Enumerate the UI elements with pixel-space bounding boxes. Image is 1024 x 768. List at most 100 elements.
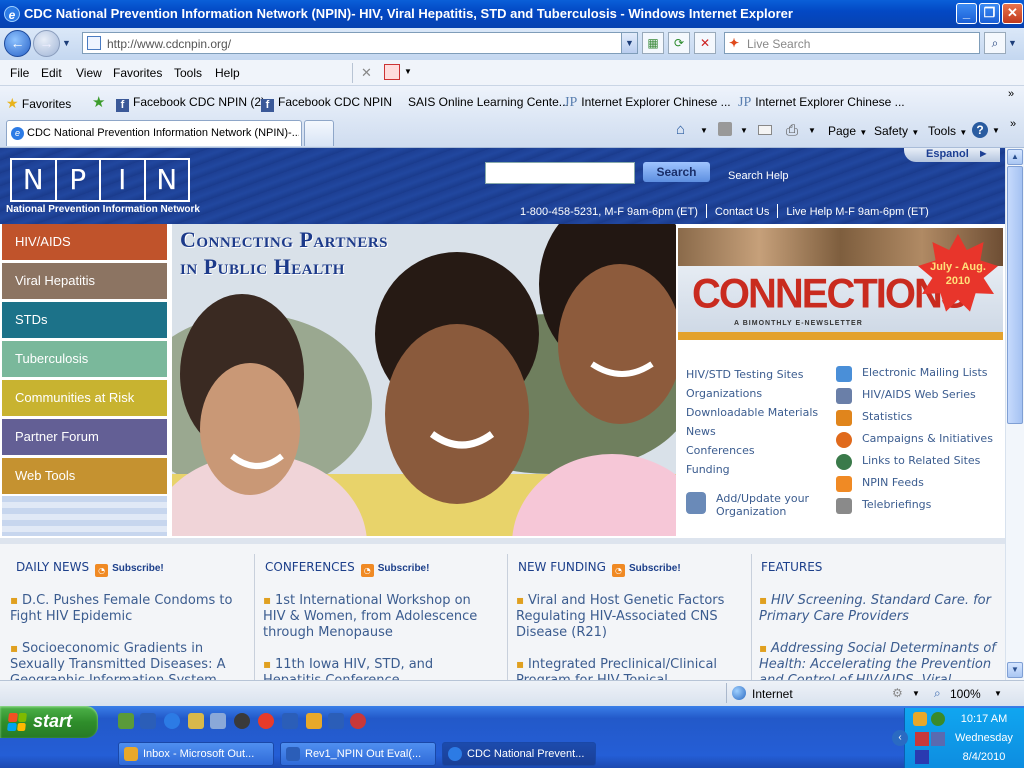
- quicklaunch-word2-icon[interactable]: [282, 713, 298, 729]
- feeds-icon[interactable]: [718, 122, 732, 136]
- link-conferences[interactable]: Conferences: [686, 444, 755, 457]
- conference-item[interactable]: ▪ 1st International Workshop on HIV & Wo…: [263, 592, 493, 641]
- connections-banner[interactable]: CONNECTIONS A BIMONTHLY E-NEWSLETTER Jul…: [678, 228, 1003, 340]
- quicklaunch-ie-icon[interactable]: [164, 713, 180, 729]
- feeds-dropdown-icon[interactable]: ▼: [740, 126, 748, 135]
- live-help-link[interactable]: Live Help M-F 9am-6pm (ET): [786, 206, 928, 218]
- subscribe-link[interactable]: Subscribe!: [378, 563, 430, 574]
- refresh-button[interactable]: ⟳: [668, 32, 690, 54]
- add-favorite-icon[interactable]: ★: [92, 93, 105, 111]
- task-word-document[interactable]: Rev1_NPIN Out Eval(...: [280, 742, 436, 766]
- scroll-down-icon[interactable]: ▼: [1007, 662, 1023, 678]
- fav-facebook-cdc-npin-2[interactable]: f Facebook CDC NPIN (2): [116, 95, 265, 112]
- translate-icon[interactable]: [384, 64, 400, 80]
- translate-dropdown-icon[interactable]: ▼: [404, 67, 412, 76]
- task-ie-npin[interactable]: CDC National Prevent...: [442, 742, 596, 766]
- scroll-thumb[interactable]: [1007, 166, 1023, 424]
- link-npin-feeds[interactable]: NPIN Feeds: [862, 476, 924, 489]
- nav-hiv-aids[interactable]: HIV/AIDS: [2, 224, 167, 260]
- minimize-button[interactable]: _: [956, 3, 977, 24]
- zoom-dropdown-icon[interactable]: ▼: [994, 689, 1002, 698]
- news-item[interactable]: ▪ D.C. Pushes Female Condoms to Fight HI…: [10, 592, 240, 625]
- subscribe-link[interactable]: Subscribe!: [112, 563, 164, 574]
- address-dropdown-icon[interactable]: ▼: [621, 33, 637, 53]
- link-organizations[interactable]: Organizations: [686, 387, 762, 400]
- menu-file[interactable]: File: [10, 66, 29, 80]
- forward-button[interactable]: →: [33, 30, 60, 57]
- zoom-level[interactable]: 100%: [950, 687, 981, 701]
- new-tab-button[interactable]: [304, 120, 334, 146]
- fav-ie-chinese-2[interactable]: JP Internet Explorer Chinese ...: [738, 95, 905, 111]
- npin-logo[interactable]: N P I N: [10, 158, 190, 202]
- back-button[interactable]: ←: [4, 30, 31, 57]
- menu-tools[interactable]: Tools: [174, 66, 202, 80]
- rss-icon[interactable]: ◔: [95, 564, 109, 577]
- nav-tuberculosis[interactable]: Tuberculosis: [2, 341, 167, 377]
- close-button[interactable]: ✕: [1002, 3, 1023, 24]
- site-search-button[interactable]: Search: [643, 162, 710, 182]
- clock-time[interactable]: 10:17 AM: [943, 713, 1024, 725]
- link-statistics[interactable]: Statistics: [862, 410, 912, 423]
- protected-mode-icon[interactable]: ⚙: [892, 686, 903, 700]
- rss-icon[interactable]: ◔: [611, 564, 625, 577]
- menu-edit[interactable]: Edit: [41, 66, 62, 80]
- scroll-up-icon[interactable]: ▲: [1007, 149, 1023, 165]
- task-outlook[interactable]: Inbox - Microsoft Out...: [118, 742, 274, 766]
- link-related-sites[interactable]: Links to Related Sites: [862, 454, 980, 467]
- compatibility-icon[interactable]: ▦: [642, 32, 664, 54]
- menu-favorites[interactable]: Favorites: [113, 66, 162, 80]
- nav-partner-forum[interactable]: Partner Forum: [2, 419, 167, 455]
- fav-ie-chinese-1[interactable]: JP Internet Explorer Chinese ...: [564, 95, 731, 111]
- tray-app-icon[interactable]: [915, 732, 929, 746]
- start-button[interactable]: start: [0, 706, 98, 738]
- link-funding[interactable]: Funding: [686, 463, 730, 476]
- safety-menu[interactable]: Safety ▼: [874, 124, 919, 138]
- home-dropdown-icon[interactable]: ▼: [700, 126, 708, 135]
- link-downloadable-materials[interactable]: Downloadable Materials: [686, 406, 818, 419]
- menu-view[interactable]: View: [76, 66, 102, 80]
- more-toolbar-icon[interactable]: »: [1010, 118, 1016, 130]
- quicklaunch-aim-icon[interactable]: [258, 713, 274, 729]
- link-testing-sites[interactable]: HIV/STD Testing Sites: [686, 368, 803, 381]
- close-toolbar-icon[interactable]: ✕: [361, 65, 372, 81]
- link-news[interactable]: News: [686, 425, 716, 438]
- news-item[interactable]: ▪ Socioeconomic Gradients in Sexually Tr…: [10, 640, 240, 680]
- quicklaunch-excel-icon[interactable]: [118, 713, 134, 729]
- tools-menu[interactable]: Tools ▼: [928, 124, 967, 138]
- address-bar[interactable]: http://www.cdcnpin.org/ ▼: [82, 32, 638, 54]
- quicklaunch-calculator-icon[interactable]: [210, 713, 226, 729]
- quicklaunch-word-icon[interactable]: [140, 713, 156, 729]
- menu-help[interactable]: Help: [215, 66, 240, 80]
- link-campaigns[interactable]: Campaigns & Initiatives: [862, 432, 993, 445]
- home-icon[interactable]: ⌂: [676, 121, 685, 138]
- contact-us-link[interactable]: Contact Us: [715, 206, 769, 218]
- feature-item[interactable]: ▪ Addressing Social Determinants of Heal…: [759, 640, 999, 680]
- search-help-link[interactable]: Search Help: [728, 170, 789, 182]
- nav-viral-hepatitis[interactable]: Viral Hepatitis: [2, 263, 167, 299]
- conference-item[interactable]: ▪ 11th Iowa HIV, STD, and Hepatitis Conf…: [263, 656, 493, 680]
- more-favorites-icon[interactable]: »: [1008, 88, 1014, 100]
- nav-stds[interactable]: STDs: [2, 302, 167, 338]
- link-telebriefings[interactable]: Telebriefings: [862, 498, 931, 511]
- nav-communities-at-risk[interactable]: Communities at Risk: [2, 380, 167, 416]
- search-icon[interactable]: ⌕: [984, 32, 1006, 54]
- read-mail-icon[interactable]: [758, 125, 772, 135]
- funding-item[interactable]: ▪ Viral and Host Genetic Factors Regulat…: [516, 592, 746, 641]
- feature-item[interactable]: ▪ HIV Screening. Standard Care. for Prim…: [759, 592, 999, 625]
- tray-outlook-icon[interactable]: [913, 712, 927, 726]
- fav-facebook-cdc-npin[interactable]: f Facebook CDC NPIN: [261, 95, 392, 112]
- fav-sais-online[interactable]: SAIS Online Learning Cente...: [408, 95, 569, 109]
- link-add-update-organization[interactable]: Add/Update your Organization: [716, 492, 826, 518]
- quicklaunch-folder-icon[interactable]: [188, 713, 204, 729]
- zoom-icon[interactable]: ⌕: [934, 686, 941, 701]
- stop-button[interactable]: ✕: [694, 32, 716, 54]
- search-options-icon[interactable]: ▼: [1008, 38, 1017, 48]
- funding-item[interactable]: ▪ Integrated Preclinical/Clinical Progra…: [516, 656, 746, 680]
- quicklaunch-app-icon[interactable]: [350, 713, 366, 729]
- link-mailing-lists[interactable]: Electronic Mailing Lists: [862, 366, 988, 379]
- live-search-box[interactable]: ✦ Live Search: [724, 32, 980, 54]
- tray-expand-icon[interactable]: ‹: [892, 730, 908, 746]
- rss-icon[interactable]: ◔: [360, 564, 374, 577]
- espanol-link[interactable]: Espanol ►: [904, 148, 1000, 162]
- page-menu[interactable]: Page ▼: [828, 124, 867, 138]
